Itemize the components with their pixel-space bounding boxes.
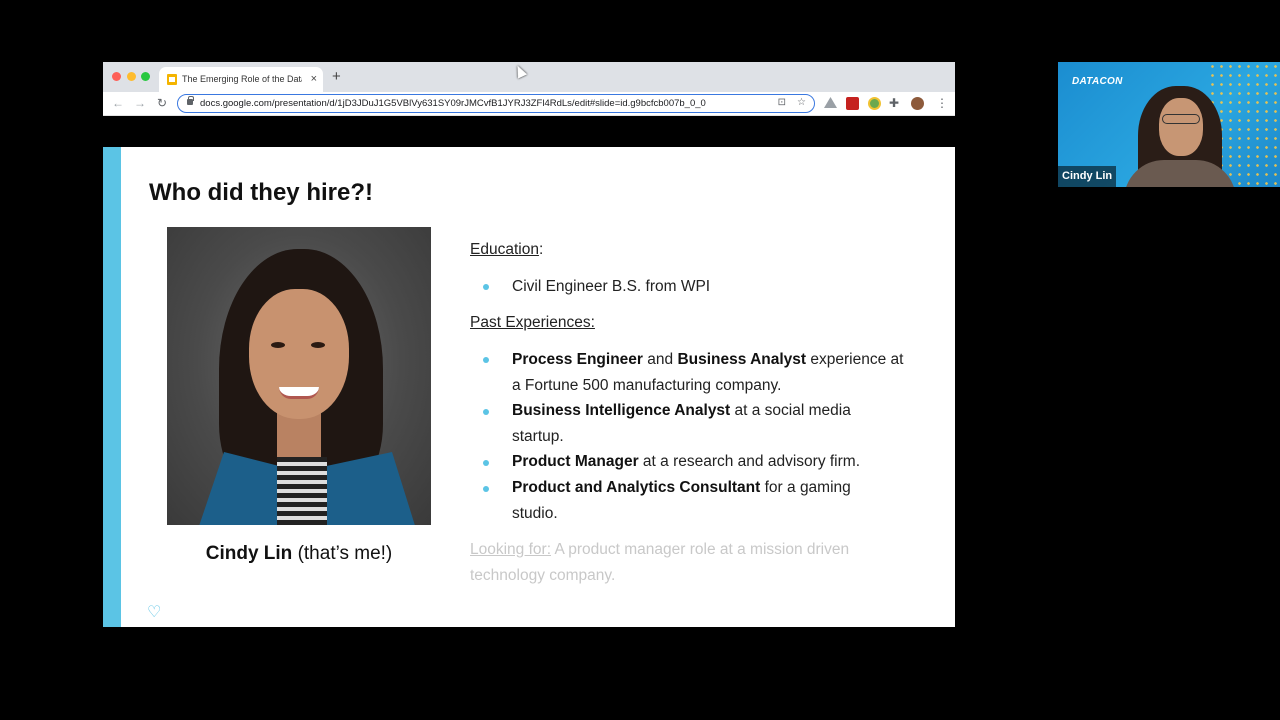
slides-icon xyxy=(167,74,177,85)
education-item: Civil Engineer B.S. from WPI xyxy=(512,278,711,295)
address-bar[interactable]: docs.google.com/presentation/d/1jD3JDuJ1… xyxy=(177,94,815,113)
new-tab-icon[interactable]: + xyxy=(332,68,341,86)
experience-item: Process Engineer and Business Analyst ex… xyxy=(512,351,904,394)
tab-presentation[interactable]: The Emerging Role of the Data × xyxy=(159,67,323,92)
green-extension-icon[interactable] xyxy=(868,97,881,110)
browser-window: The Emerging Role of the Data × + ← → ↻ … xyxy=(103,62,955,658)
presentation-slide: Who did they hire?! Cindy Lin (that’s me… xyxy=(103,147,955,627)
education-colon: : xyxy=(538,241,544,258)
bullet-icon xyxy=(483,357,489,363)
reload-icon[interactable]: ↻ xyxy=(157,95,167,111)
close-window-button[interactable] xyxy=(112,72,121,81)
caption-name: Cindy Lin xyxy=(205,543,293,564)
webcam-video-tile: DATACON Cindy Lin xyxy=(1058,62,1280,187)
back-icon[interactable]: ← xyxy=(112,95,124,111)
photo-caption: Cindy Lin (that’s me!) xyxy=(167,543,431,565)
minimize-window-button[interactable] xyxy=(127,72,136,81)
bullet-icon xyxy=(483,284,489,290)
browser-toolbar: ← → ↻ docs.google.com/presentation/d/1jD… xyxy=(103,92,955,116)
bullet-icon xyxy=(483,460,489,466)
close-tab-icon[interactable]: × xyxy=(311,72,317,86)
drive-extension-icon[interactable] xyxy=(824,97,837,109)
forward-icon[interactable]: → xyxy=(134,95,146,111)
url-text[interactable]: docs.google.com/presentation/d/1jD3JDuJ1… xyxy=(200,98,706,109)
profile-avatar-icon[interactable] xyxy=(911,97,924,110)
slide-title: Who did they hire?! xyxy=(149,179,373,206)
profile-photo xyxy=(167,227,431,525)
datacon-logo: DATACON xyxy=(1072,76,1123,87)
education-heading-line: Education: xyxy=(470,237,543,263)
experience-heading: Past Experiences: xyxy=(470,314,595,331)
bullet-icon xyxy=(483,486,489,492)
lock-icon xyxy=(187,96,194,105)
maximize-window-button[interactable] xyxy=(141,72,150,81)
looking-for-label: Looking for: xyxy=(470,541,551,558)
experience-item: Product and Analytics Consultant for a g… xyxy=(512,479,851,522)
bullet-icon xyxy=(483,409,489,415)
participant-name: Cindy Lin xyxy=(1058,166,1117,187)
extensions-icon[interactable]: ✚ xyxy=(889,95,899,111)
tab-title: The Emerging Role of the Data xyxy=(182,74,302,84)
browser-menu-icon[interactable]: ⋮ xyxy=(936,95,948,111)
experience-item: Business Intelligence Analyst at a socia… xyxy=(512,402,851,445)
cast-icon[interactable]: ⊡ xyxy=(778,96,786,110)
experience-item: Product Manager at a research and adviso… xyxy=(512,453,861,470)
heart-logo-icon: ♡ xyxy=(147,604,162,621)
slide-accent-bar xyxy=(103,147,121,627)
looking-for-text: Looking for: A product manager role at a… xyxy=(470,537,910,589)
education-heading: Education xyxy=(470,241,539,258)
caption-note: (that’s me!) xyxy=(292,543,393,564)
bookmark-star-icon[interactable]: ☆ xyxy=(797,96,806,110)
tab-bar: The Emerging Role of the Data × + xyxy=(103,62,955,92)
red-extension-icon[interactable] xyxy=(846,97,859,110)
